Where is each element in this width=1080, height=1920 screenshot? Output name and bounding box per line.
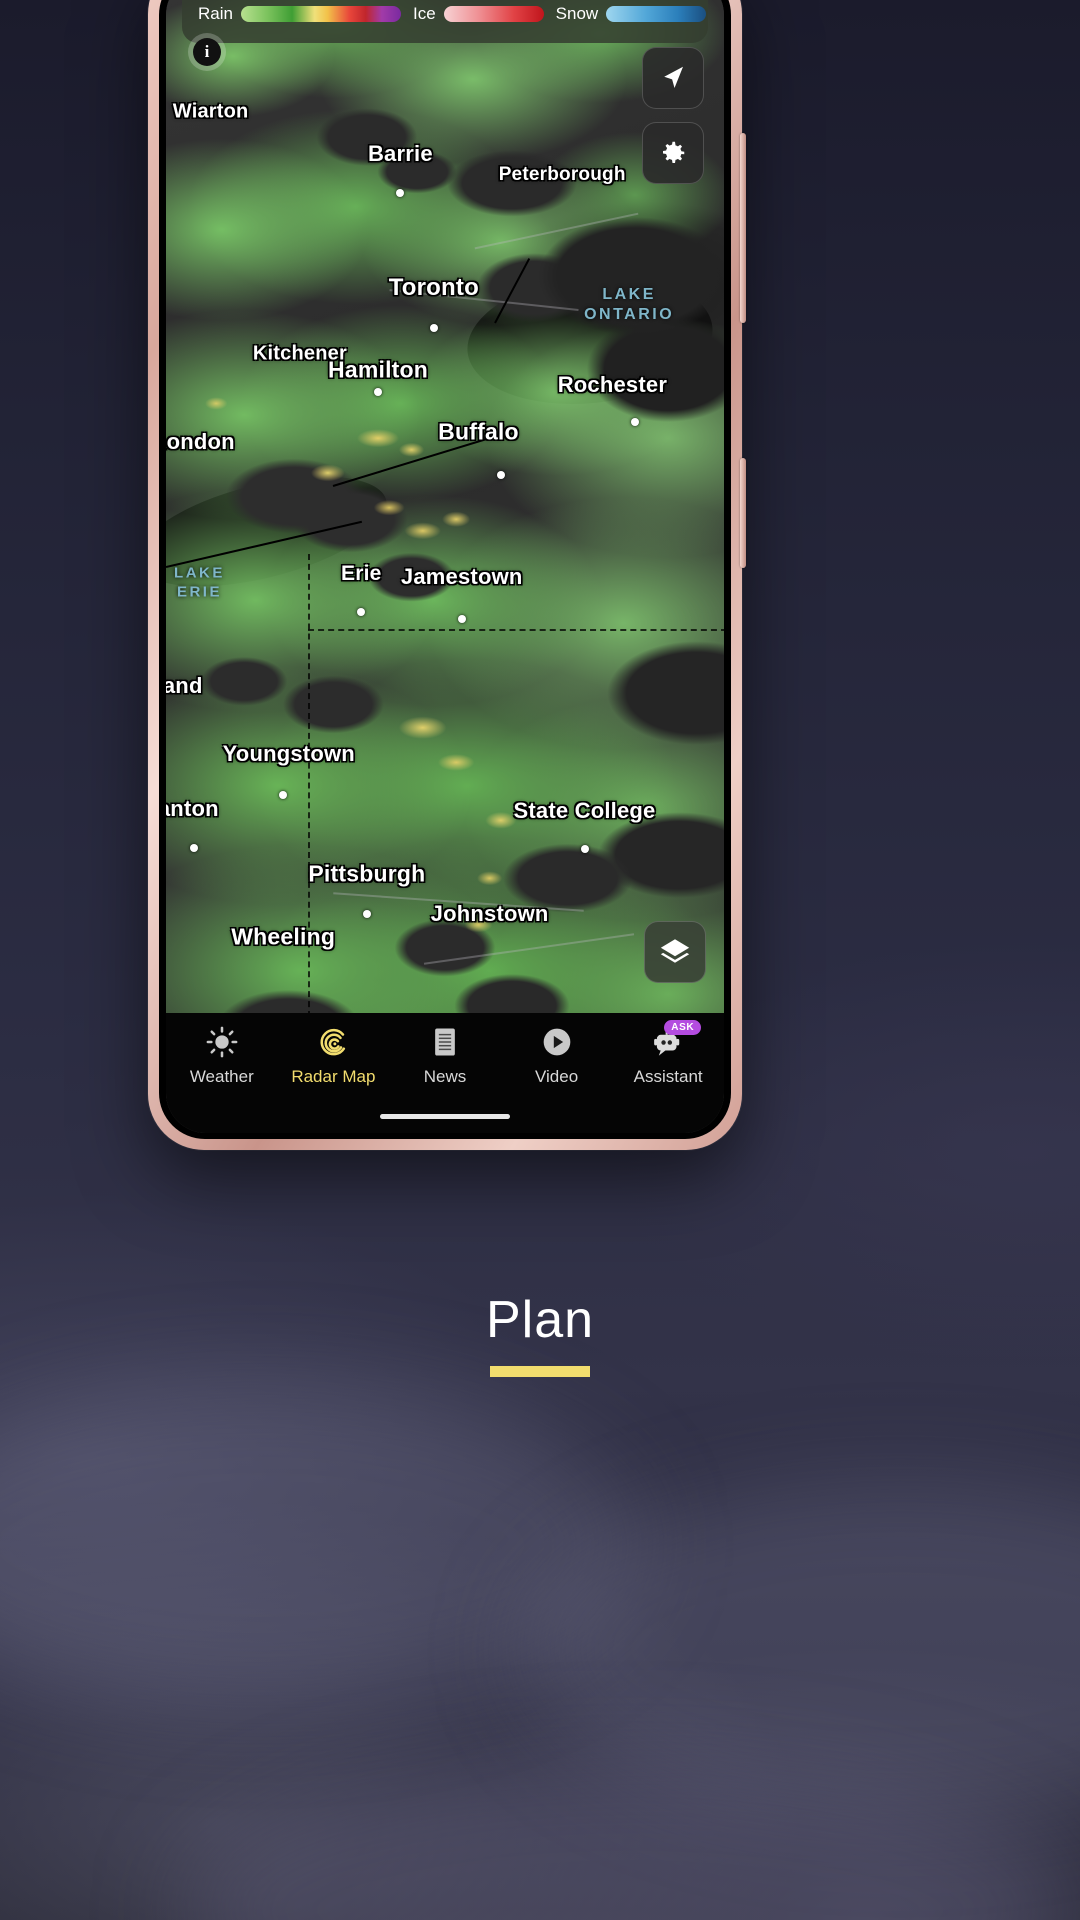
precipitation-legend: Rain Ice Snow bbox=[182, 0, 708, 43]
nav-label-news: News bbox=[423, 1067, 467, 1086]
nav-item-video[interactable]: Video bbox=[501, 1025, 613, 1087]
city-marker-dot bbox=[580, 845, 589, 854]
nav-item-weather[interactable]: Weather bbox=[166, 1025, 278, 1087]
snow-gradient-icon bbox=[606, 6, 707, 22]
settings-button[interactable] bbox=[642, 122, 704, 184]
city-label: Toronto bbox=[388, 273, 479, 301]
home-indicator[interactable] bbox=[380, 1114, 510, 1119]
ice-gradient-icon bbox=[443, 6, 544, 22]
bottom-navigation-bar: Weather Radar Map News Video ASK Assista… bbox=[166, 1013, 724, 1133]
city-marker-dot bbox=[357, 607, 366, 616]
nav-label-assistant: Assistant bbox=[633, 1067, 703, 1086]
city-label: Jamestown bbox=[400, 564, 523, 590]
city-label: Peterborough bbox=[498, 164, 626, 186]
city-label: Hamilton bbox=[328, 356, 429, 383]
caption-underline bbox=[490, 1366, 590, 1377]
city-label: anton bbox=[166, 795, 219, 821]
radar-icon bbox=[317, 1025, 349, 1059]
city-label: Johnstown bbox=[430, 901, 549, 927]
nav-label-radar-map: Radar Map bbox=[291, 1067, 376, 1086]
city-label: Pittsburgh bbox=[308, 860, 426, 887]
map-layers-button[interactable] bbox=[644, 921, 706, 983]
city-label: Rochester bbox=[557, 371, 668, 397]
legend-item-ice: Ice bbox=[413, 4, 544, 24]
caption-block: Plan bbox=[0, 1290, 1080, 1377]
news-icon bbox=[430, 1025, 460, 1059]
city-label: Wheeling bbox=[231, 923, 336, 950]
info-icon: i bbox=[193, 38, 221, 66]
ask-badge: ASK bbox=[664, 1020, 702, 1035]
city-label: Barrie bbox=[367, 141, 433, 167]
sun-icon bbox=[206, 1025, 238, 1059]
city-marker-dot bbox=[396, 188, 405, 197]
city-label: Youngstown bbox=[222, 741, 355, 767]
city-marker-dot bbox=[457, 614, 466, 623]
legend-item-rain: Rain bbox=[198, 4, 401, 24]
power-button[interactable] bbox=[740, 458, 746, 568]
phone-device-frame: Wiarton Barrie Peterborough Toronto Kitchene… bbox=[148, 0, 746, 1150]
nav-label-video: Video bbox=[534, 1067, 579, 1086]
city-marker-dot bbox=[429, 324, 438, 333]
robot-icon: ASK bbox=[651, 1020, 702, 1059]
city-marker-dot bbox=[496, 471, 505, 480]
nav-item-news[interactable]: News bbox=[389, 1025, 501, 1087]
nav-item-radar-map[interactable]: Radar Map bbox=[278, 1025, 390, 1087]
city-label: and bbox=[166, 673, 203, 698]
city-label: London bbox=[166, 428, 235, 454]
volume-button[interactable] bbox=[740, 133, 746, 323]
lake-label: LAKE ERIE bbox=[174, 564, 225, 600]
rain-gradient-icon bbox=[240, 6, 401, 22]
navigation-arrow-icon bbox=[664, 66, 683, 88]
lake-label: LAKE ONTARIO bbox=[584, 286, 675, 324]
phone-bezel: Wiarton Barrie Peterborough Toronto Kitchene… bbox=[159, 0, 731, 1139]
city-marker-dot bbox=[279, 790, 288, 799]
nav-label-weather: Weather bbox=[189, 1067, 254, 1086]
locate-me-button[interactable] bbox=[642, 47, 704, 109]
city-marker-dot bbox=[630, 417, 639, 426]
city-marker-dot bbox=[374, 387, 383, 396]
city-marker-dot bbox=[362, 910, 371, 919]
city-label: State College bbox=[513, 798, 656, 824]
layers-icon bbox=[660, 939, 690, 963]
nav-item-assistant[interactable]: ASK Assistant bbox=[612, 1020, 724, 1087]
city-marker-dot bbox=[189, 844, 198, 853]
state-border bbox=[308, 629, 724, 632]
legend-item-snow: Snow bbox=[556, 4, 707, 24]
radar-map[interactable]: Wiarton Barrie Peterborough Toronto Kitchene… bbox=[166, 0, 724, 1133]
city-label: Erie bbox=[341, 561, 382, 585]
legend-label-rain: Rain bbox=[198, 4, 233, 23]
info-button[interactable]: i bbox=[188, 33, 226, 71]
caption-text: Plan bbox=[485, 1291, 595, 1349]
city-label: Wiarton bbox=[172, 100, 249, 123]
legend-label-ice: Ice bbox=[412, 4, 436, 23]
gear-icon bbox=[663, 141, 685, 163]
legend-label-snow: Snow bbox=[555, 4, 599, 23]
phone-screen: Wiarton Barrie Peterborough Toronto Kitchene… bbox=[166, 0, 724, 1133]
play-circle-icon bbox=[541, 1025, 573, 1059]
city-label: Buffalo bbox=[438, 418, 519, 445]
